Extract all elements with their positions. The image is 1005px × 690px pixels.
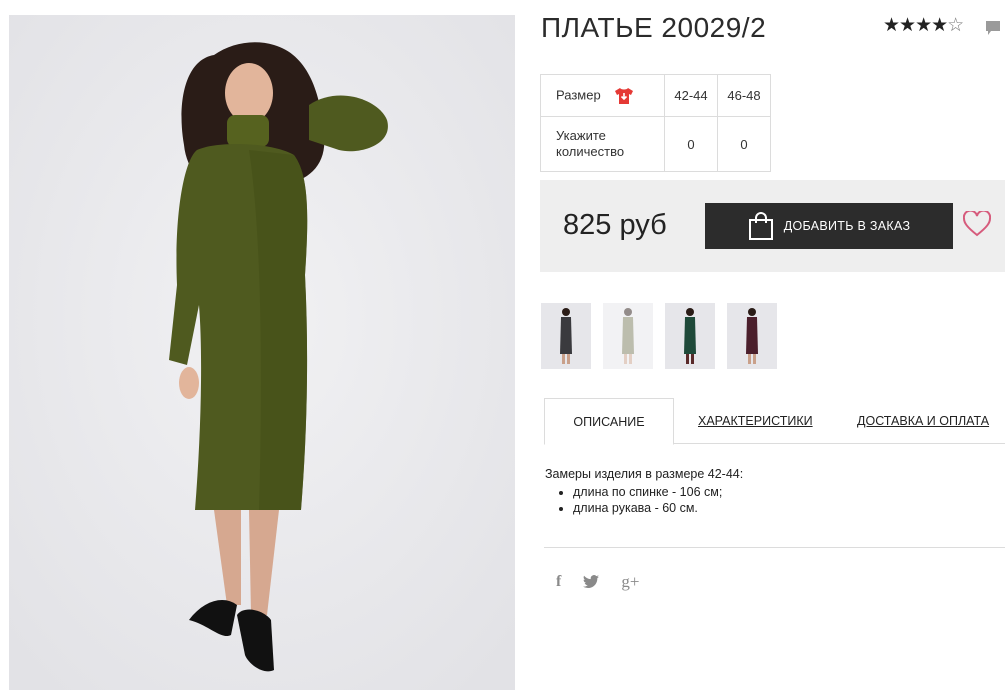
thumbnail-olive-figure: [622, 308, 634, 364]
product-title: ПЛАТЬЕ 20029/2: [541, 12, 767, 43]
thumbnail-green-figure: [684, 308, 696, 364]
thumbnail-green[interactable]: [665, 303, 715, 369]
size-chart-icon[interactable]: [614, 87, 634, 105]
tab-delivery[interactable]: ДОСТАВКА И ОПЛАТА: [857, 398, 989, 443]
size-column-42-44: 42-44: [664, 74, 718, 117]
twitter-icon[interactable]: [583, 575, 600, 589]
rating-empty-star: ☆: [947, 15, 964, 36]
list-item: длина по спинке - 106 см;: [573, 484, 743, 500]
quantity-label-line1: Укажите: [556, 128, 606, 143]
thumbnail-black[interactable]: [541, 303, 591, 369]
add-to-order-label: ДОБАВИТЬ В ЗАКАЗ: [783, 219, 911, 233]
quantity-input-42-44[interactable]: 0: [664, 116, 718, 172]
description-panel: Замеры изделия в размере 42-44: длина по…: [545, 467, 743, 516]
description-intro: Замеры изделия в размере 42-44:: [545, 467, 744, 481]
rating-filled-stars: ★★★★: [883, 15, 948, 36]
rating-stars[interactable]: ★★★★☆: [883, 14, 964, 37]
quantity-input-46-48[interactable]: 0: [717, 116, 771, 172]
wishlist-heart-icon[interactable]: [963, 211, 991, 237]
google-plus-icon[interactable]: g+: [621, 572, 639, 592]
facebook-icon[interactable]: f: [556, 573, 561, 591]
quantity-label-line2: количество: [556, 144, 625, 159]
description-list: длина по спинке - 106 см; длина рукава -…: [545, 484, 743, 516]
thumbnail-black-figure: [560, 308, 572, 364]
quantity-label-cell: Укажите количество: [540, 116, 665, 172]
thumbnail-burgundy-figure: [746, 308, 758, 364]
size-label-cell: Размер: [540, 74, 665, 117]
product-photo-illustration: [9, 15, 515, 690]
color-thumbnails: [541, 303, 777, 369]
price: 825 руб: [563, 209, 667, 241]
list-item: длина рукава - 60 см.: [573, 500, 743, 516]
thumbnail-olive[interactable]: [603, 303, 653, 369]
buy-box: 825 руб ДОБАВИТЬ В ЗАКАЗ: [540, 180, 1005, 272]
comment-icon[interactable]: [985, 20, 1001, 36]
thumbnail-burgundy[interactable]: [727, 303, 777, 369]
add-to-order-button[interactable]: ДОБАВИТЬ В ЗАКАЗ: [705, 203, 953, 249]
shopping-bag-icon: [748, 212, 773, 240]
tab-specs[interactable]: ХАРАКТЕРИСТИКИ: [698, 398, 813, 443]
social-share: f g+: [556, 572, 639, 592]
product-main-photo[interactable]: [9, 15, 515, 690]
tab-description[interactable]: ОПИСАНИЕ: [544, 398, 674, 445]
size-label: Размер: [556, 86, 601, 102]
divider: [544, 547, 1005, 548]
tabs-underline: [674, 443, 1005, 444]
size-column-46-48: 46-48: [717, 74, 771, 117]
product-tabs: ОПИСАНИЕ ХАРАКТЕРИСТИКИ ДОСТАВКА И ОПЛАТ…: [544, 398, 1005, 445]
size-quantity-table: Размер 42-44 46-48 Укажите количество 0 …: [540, 74, 771, 172]
